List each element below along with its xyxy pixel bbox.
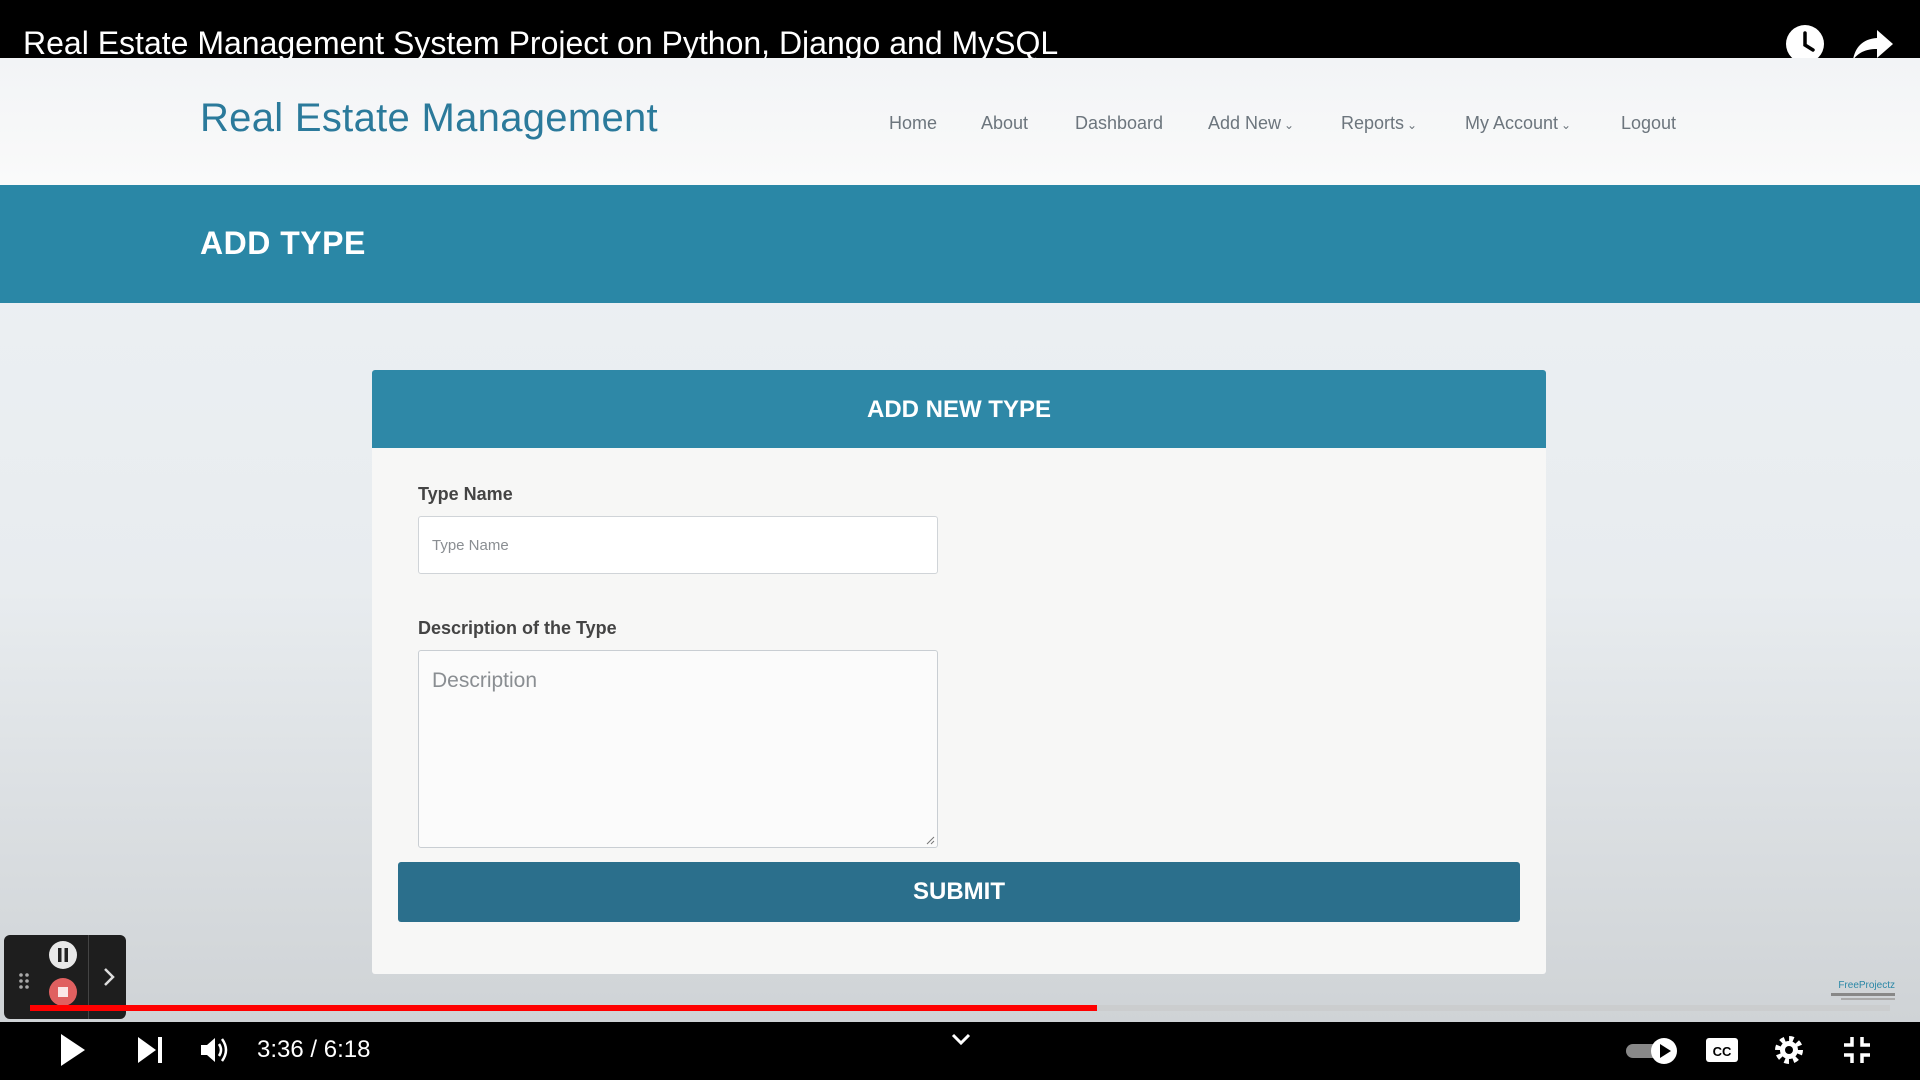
nav-logout[interactable]: Logout xyxy=(1621,113,1676,134)
watermark-line xyxy=(1831,993,1895,996)
description-textarea[interactable]: Description xyxy=(418,650,938,848)
chevron-down-icon: ⌄ xyxy=(1407,118,1418,132)
pause-recording-icon[interactable] xyxy=(48,940,78,970)
nav-home[interactable]: Home xyxy=(889,113,937,134)
nav-my-account-label: My Account xyxy=(1465,113,1559,133)
time-separator: / xyxy=(310,1036,318,1063)
nav-add-new[interactable]: Add New ⌄ xyxy=(1208,113,1294,134)
video-progress-bar[interactable] xyxy=(30,1005,1890,1011)
stop-recording-icon[interactable] xyxy=(48,977,78,1007)
site-header: Real Estate Management Home About Dashbo… xyxy=(0,58,1920,185)
card-title: ADD NEW TYPE xyxy=(866,396,1051,423)
site-logo[interactable]: Real Estate Management xyxy=(200,96,658,141)
chevron-down-icon: ⌄ xyxy=(1561,118,1572,132)
exit-fullscreen-icon[interactable] xyxy=(1842,1035,1872,1065)
add-type-form-card: ADD NEW TYPE Type Name Type Name Descrip… xyxy=(372,370,1546,974)
time-display: 3:36 / 6:18 xyxy=(257,1036,370,1064)
type-name-placeholder: Type Name xyxy=(432,537,509,554)
autoplay-toggle-icon[interactable] xyxy=(1624,1036,1680,1066)
settings-icon[interactable] xyxy=(1773,1034,1805,1066)
time-current: 3:36 xyxy=(257,1036,304,1063)
video-frame: Real Estate Management Home About Dashbo… xyxy=(0,58,1920,1022)
captions-icon[interactable]: CC xyxy=(1705,1036,1739,1064)
next-icon[interactable] xyxy=(135,1034,165,1066)
nav-my-account[interactable]: My Account ⌄ xyxy=(1465,113,1571,134)
player-controls: 3:36 / 6:18 CC xyxy=(0,1022,1920,1080)
svg-text:CC: CC xyxy=(1713,1044,1732,1059)
nav-add-new-label: Add New xyxy=(1208,113,1282,133)
time-total: 6:18 xyxy=(323,1036,371,1063)
description-label: Description of the Type xyxy=(418,618,617,638)
watermark-line xyxy=(1841,998,1895,1000)
type-name-label: Type Name xyxy=(418,484,513,504)
nav-about[interactable]: About xyxy=(981,113,1028,134)
chevron-down-icon[interactable] xyxy=(950,1032,972,1046)
nav-reports[interactable]: Reports ⌄ xyxy=(1341,113,1417,134)
card-header: ADD NEW TYPE xyxy=(372,370,1546,448)
chevron-down-icon: ⌄ xyxy=(1284,118,1295,132)
type-name-input[interactable]: Type Name xyxy=(418,516,938,574)
video-title-bar: Real Estate Management System Project on… xyxy=(0,0,1920,63)
nav-dashboard[interactable]: Dashboard xyxy=(1075,113,1163,134)
video-progress-played xyxy=(30,1005,1097,1011)
video-title[interactable]: Real Estate Management System Project on… xyxy=(23,25,1058,62)
description-placeholder: Description xyxy=(432,669,538,692)
resize-handle-icon[interactable] xyxy=(925,835,935,845)
play-icon[interactable] xyxy=(58,1032,88,1068)
watermark-logo: FreeProjectz xyxy=(1831,980,1895,1000)
page-banner: ADD TYPE xyxy=(0,185,1920,303)
page-title: ADD TYPE xyxy=(200,225,366,261)
submit-button[interactable]: SUBMIT xyxy=(398,862,1520,922)
drag-handle-icon[interactable] xyxy=(18,971,30,991)
nav-reports-label: Reports xyxy=(1341,113,1405,133)
chevron-right-icon[interactable] xyxy=(100,965,118,989)
volume-icon[interactable] xyxy=(198,1033,232,1067)
watermark-brand: FreeProjectz xyxy=(1838,980,1895,991)
